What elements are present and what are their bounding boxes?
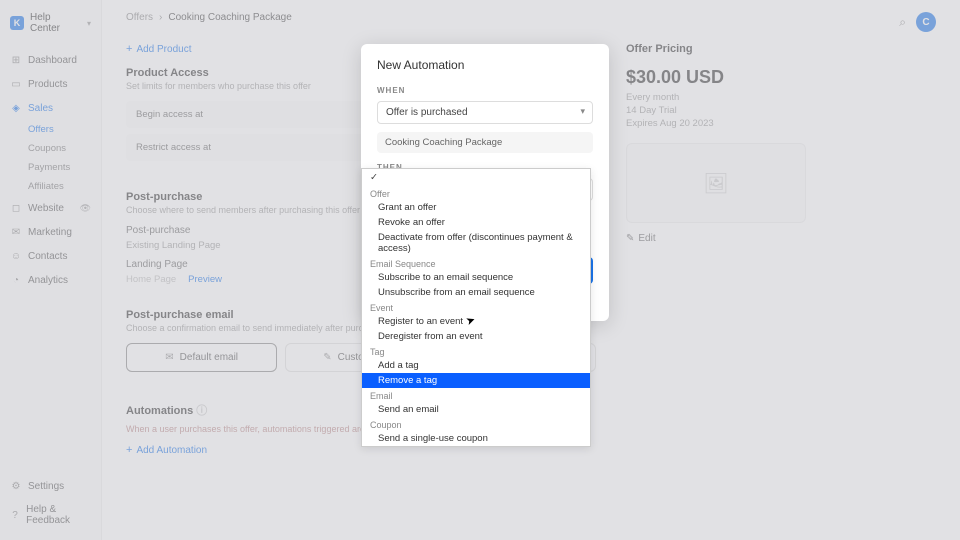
opt-subscribe-seq[interactable]: Subscribe to an email sequence — [362, 270, 590, 285]
opt-add-tag[interactable]: Add a tag — [362, 358, 590, 373]
opt-deactivate-offer[interactable]: Deactivate from offer (discontinues paym… — [362, 230, 590, 256]
opt-unsubscribe-seq[interactable]: Unsubscribe from an email sequence — [362, 285, 590, 300]
when-select[interactable]: Offer is purchased — [377, 101, 593, 124]
when-label: WHEN — [377, 86, 593, 95]
dropdown-check-icon: ✓ — [362, 169, 590, 186]
group-offer: Offer — [362, 186, 590, 200]
opt-deregister-event[interactable]: Deregister from an event — [362, 329, 590, 344]
opt-send-email[interactable]: Send an email — [362, 402, 590, 417]
when-context: Cooking Coaching Package — [377, 132, 593, 153]
then-action-dropdown[interactable]: ✓ Offer Grant an offer Revoke an offer D… — [361, 168, 591, 447]
opt-grant-offer[interactable]: Grant an offer — [362, 200, 590, 215]
group-coupon: Coupon — [362, 417, 590, 431]
modal-title: New Automation — [377, 58, 593, 72]
group-email: Email — [362, 388, 590, 402]
group-event: Event — [362, 300, 590, 314]
group-tag: Tag — [362, 344, 590, 358]
group-email-sequence: Email Sequence — [362, 256, 590, 270]
opt-send-coupon[interactable]: Send a single-use coupon — [362, 431, 590, 446]
opt-remove-tag[interactable]: Remove a tag — [362, 373, 590, 388]
opt-revoke-offer[interactable]: Revoke an offer — [362, 215, 590, 230]
